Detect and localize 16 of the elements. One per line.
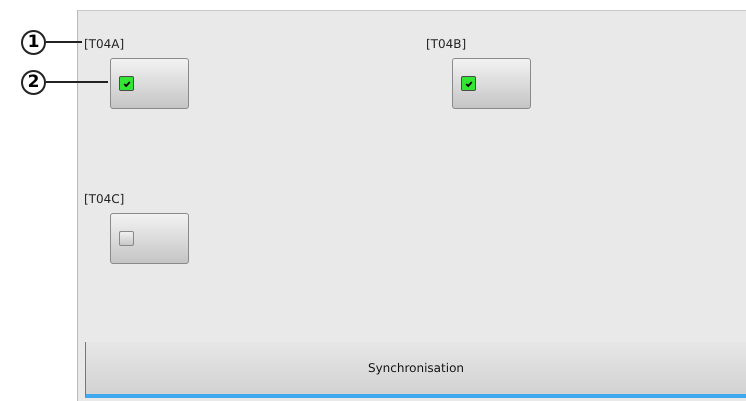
checkbox[interactable] bbox=[119, 76, 134, 91]
checkbox[interactable] bbox=[119, 231, 134, 246]
synchronisation-button[interactable]: Synchronisation bbox=[85, 342, 746, 398]
toggle-button[interactable] bbox=[452, 58, 531, 109]
toggle-button[interactable] bbox=[110, 58, 189, 109]
callout-number: 1 bbox=[21, 30, 46, 54]
leader-line bbox=[46, 81, 108, 83]
toggle-label: [T04B] bbox=[426, 36, 468, 53]
toggle-button[interactable] bbox=[110, 213, 189, 264]
toggle-label: [T04A] bbox=[84, 36, 126, 53]
toggle-label: [T04C] bbox=[84, 191, 126, 208]
checkbox[interactable] bbox=[461, 76, 476, 91]
leader-line bbox=[46, 41, 82, 43]
checkmark-icon bbox=[464, 80, 472, 88]
checkmark-icon bbox=[122, 80, 130, 88]
callout-number: 2 bbox=[21, 70, 46, 94]
